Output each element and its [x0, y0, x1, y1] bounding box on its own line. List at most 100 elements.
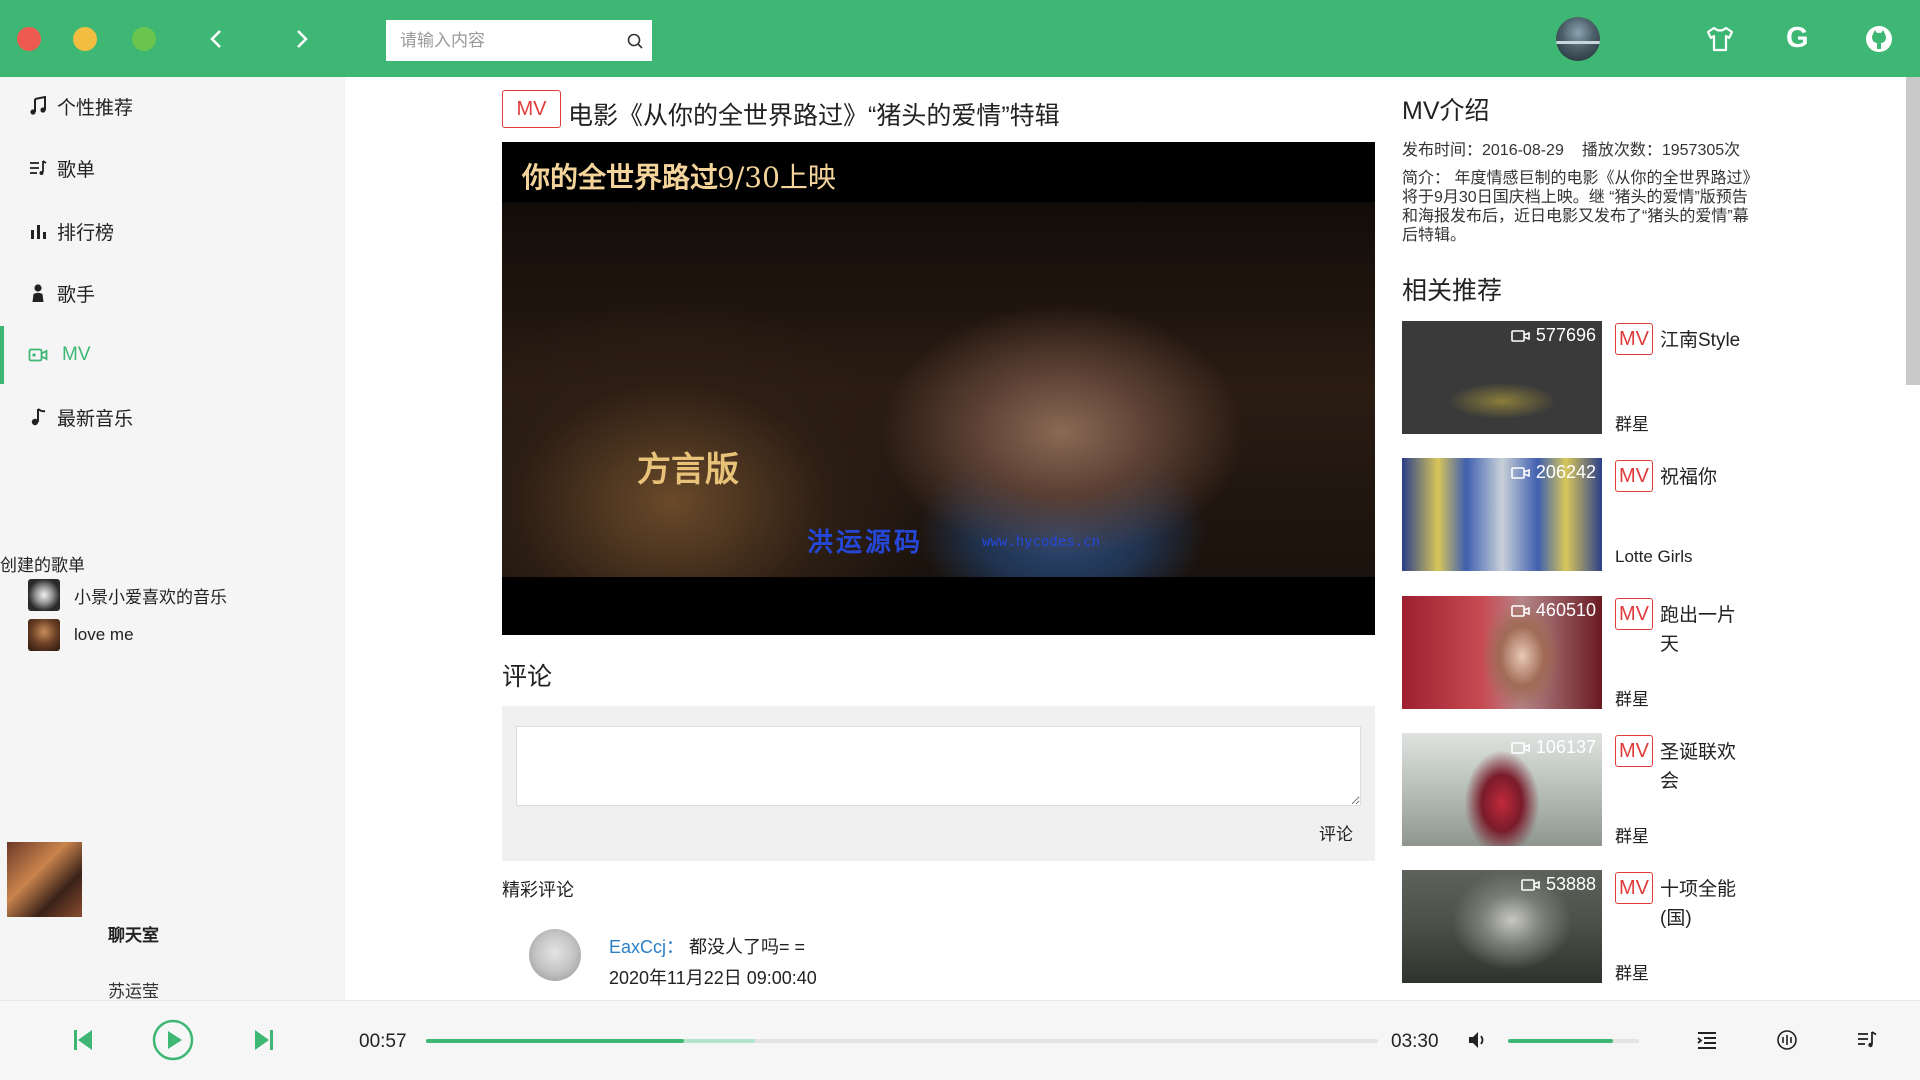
- related-mv-artist[interactable]: 群星: [1615, 822, 1649, 847]
- now-playing-artist: 苏运莹: [108, 982, 159, 1001]
- comment-box: 评论: [502, 706, 1375, 861]
- video-date-text: 9/30上映: [717, 161, 836, 194]
- video-icon: [1521, 878, 1540, 891]
- view-count-value: 577696: [1535, 325, 1596, 345]
- playlist-cover: [28, 579, 60, 611]
- progress-track[interactable]: [426, 1039, 1378, 1043]
- video-frame: [502, 202, 1375, 577]
- chart-bars-icon: [28, 221, 48, 241]
- sidebar-item-artists[interactable]: 歌手: [0, 264, 345, 322]
- sidebar-item-mv[interactable]: MV: [0, 326, 345, 384]
- comment-submit-button[interactable]: 评论: [1319, 820, 1353, 845]
- sidebar-item-ranking[interactable]: 排行榜: [0, 202, 345, 260]
- related-thumbnail[interactable]: 460510: [1402, 596, 1602, 709]
- lyrics-icon[interactable]: [1696, 1029, 1718, 1051]
- comment-textarea[interactable]: [516, 726, 1361, 806]
- now-playing-title: 聊天室: [108, 926, 159, 945]
- playlist-cover: [28, 619, 60, 651]
- video-banner-text: 你的全世界路过: [522, 161, 719, 194]
- volume-icon[interactable]: [1466, 1029, 1488, 1051]
- related-mv-name[interactable]: 跑出一片天: [1660, 601, 1750, 659]
- playlist-icon: [28, 158, 48, 178]
- person-icon: [28, 283, 48, 303]
- player-bar: 00:57 03:30: [0, 1000, 1920, 1080]
- mv-tag: MV: [1615, 323, 1653, 355]
- view-count: 53888: [1521, 874, 1596, 895]
- related-mv-artist[interactable]: 群星: [1615, 410, 1649, 435]
- related-mv-item[interactable]: 206242 MV 祝福你 Lotte Girls: [1402, 458, 1762, 571]
- hot-comments-heading: 精彩评论: [502, 880, 574, 900]
- play-icon[interactable]: [152, 1019, 194, 1061]
- related-mv-name[interactable]: 祝福你: [1660, 463, 1750, 492]
- next-track-icon[interactable]: [253, 1028, 275, 1052]
- sidebar-item-label: 歌单: [57, 159, 96, 181]
- video-side-text: 方言版: [637, 450, 739, 490]
- current-time: 00:57: [359, 1031, 407, 1052]
- mv-tag: MV: [1615, 460, 1653, 492]
- watermark-url: www.hycodes.cn: [982, 534, 1101, 550]
- sidebar-item-new-music[interactable]: 最新音乐: [0, 388, 345, 446]
- related-mv-name[interactable]: 圣诞联欢会: [1660, 738, 1750, 796]
- intro-meta: 发布时间：2016-08-29 播放次数：1957305次: [1402, 136, 1740, 160]
- top-bar: G: [0, 0, 1920, 77]
- playlist-name: 小景小爱喜欢的音乐: [74, 587, 227, 607]
- related-mv-artist[interactable]: 群星: [1615, 685, 1649, 710]
- related-mv-artist[interactable]: Lotte Girls: [1615, 547, 1692, 567]
- maximize-window-button[interactable]: [132, 27, 156, 51]
- volume-fill: [1508, 1039, 1613, 1043]
- tone-quality-icon[interactable]: [1776, 1029, 1798, 1051]
- sidebar-item-recommend[interactable]: 个性推荐: [0, 77, 345, 135]
- playlist-item[interactable]: 小景小爱喜欢的音乐: [28, 579, 227, 611]
- video-icon: [1511, 604, 1530, 617]
- search-input[interactable]: [386, 20, 606, 61]
- github-icon[interactable]: [1862, 22, 1896, 56]
- related-mv-item[interactable]: 106137 MV 圣诞联欢会 群星: [1402, 733, 1762, 846]
- related-thumbnail[interactable]: 53888: [1402, 870, 1602, 983]
- minimize-window-button[interactable]: [73, 27, 97, 51]
- commenter-avatar[interactable]: [529, 929, 581, 981]
- related-mv-name[interactable]: 十项全能(国): [1660, 875, 1750, 933]
- related-mv-item[interactable]: 577696 MV 江南Style 群星: [1402, 321, 1762, 434]
- created-playlists-heading: 创建的歌单: [0, 556, 85, 575]
- sidebar-item-playlists[interactable]: 歌单: [0, 139, 345, 197]
- related-mv-item[interactable]: 460510 MV 跑出一片天 群星: [1402, 596, 1762, 709]
- google-icon[interactable]: G: [1786, 22, 1809, 55]
- skin-shirt-icon[interactable]: [1703, 22, 1737, 56]
- forward-arrow-icon[interactable]: [287, 24, 317, 54]
- back-arrow-icon[interactable]: [201, 24, 231, 54]
- mv-tag: MV: [1615, 598, 1653, 630]
- view-count-value: 206242: [1535, 462, 1596, 482]
- sidebar: 个性推荐 歌单 排行榜 歌手 MV 最新音乐 创建的歌单 小景小爱喜欢的音乐 l…: [0, 77, 345, 1001]
- mv-tag: MV: [1615, 735, 1653, 767]
- sidebar-item-label: 歌手: [57, 284, 96, 306]
- related-thumbnail[interactable]: 206242: [1402, 458, 1602, 571]
- search-icon[interactable]: [626, 32, 644, 50]
- video-icon: [1511, 329, 1530, 342]
- publish-date: 发布时间：2016-08-29: [1402, 142, 1564, 159]
- playlist-item[interactable]: love me: [28, 619, 134, 651]
- search-box: [386, 20, 652, 61]
- related-heading: 相关推荐: [1402, 277, 1503, 305]
- previous-track-icon[interactable]: [72, 1028, 94, 1052]
- volume-track[interactable]: [1508, 1039, 1639, 1043]
- related-mv-artist[interactable]: 群星: [1615, 959, 1649, 984]
- page-scrollbar[interactable]: [1906, 77, 1920, 385]
- comment-text: 都没人了吗= =: [689, 937, 806, 957]
- user-avatar[interactable]: [1556, 17, 1600, 61]
- video-player[interactable]: 你的全世界路过 9/30上映 方言版 洪运源码 www.hycodes.cn: [502, 142, 1375, 635]
- playlist-queue-icon[interactable]: [1856, 1029, 1878, 1051]
- comment-username[interactable]: EaxCcj：: [609, 933, 684, 959]
- related-mv-name[interactable]: 江南Style: [1660, 326, 1750, 355]
- comment-time: 2020年11月22日 09:00:40: [609, 968, 817, 988]
- close-window-button[interactable]: [17, 27, 41, 51]
- page-title: 电影《从你的全世界路过》“猪头的爱情”特辑: [568, 102, 1060, 130]
- related-thumbnail[interactable]: 106137: [1402, 733, 1602, 846]
- related-mv-item[interactable]: 53888 MV 十项全能(国) 群星: [1402, 870, 1762, 983]
- view-count: 460510: [1511, 600, 1596, 621]
- sidebar-item-label: 排行榜: [57, 222, 115, 244]
- mv-tag: MV: [1615, 872, 1653, 904]
- related-thumbnail[interactable]: 577696: [1402, 321, 1602, 434]
- playlist-name: love me: [74, 625, 134, 644]
- now-playing-cover[interactable]: [7, 842, 82, 917]
- mv-tag: MV: [502, 90, 561, 128]
